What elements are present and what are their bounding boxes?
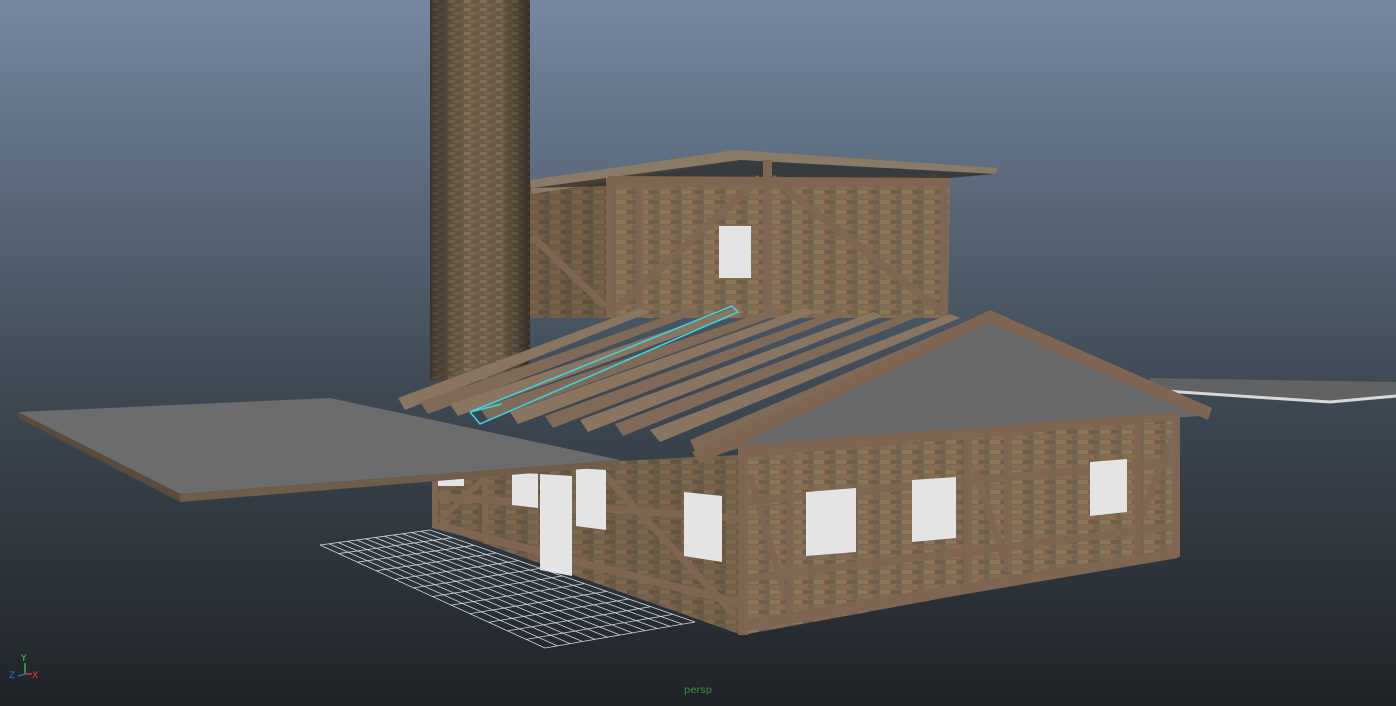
z-axis-line <box>17 673 26 677</box>
scene-canvas[interactable] <box>0 0 1396 706</box>
maya-perspective-viewport[interactable]: Y X Z persp <box>0 0 1396 706</box>
front-window-3 <box>1090 459 1127 516</box>
left-window-3 <box>684 492 722 562</box>
left-door <box>540 474 572 576</box>
x-axis-label: X <box>32 671 38 681</box>
front-window-2 <box>912 477 956 542</box>
camera-name-label: persp <box>683 685 713 696</box>
y-axis-label: Y <box>20 654 27 664</box>
left-window-1 <box>512 472 538 508</box>
axis-gizmo: Y X Z <box>9 654 38 681</box>
front-window-1 <box>806 488 856 556</box>
chimney[interactable] <box>430 0 530 380</box>
left-window-2 <box>576 468 606 530</box>
z-axis-label: Z <box>9 671 15 681</box>
upper-window <box>719 226 751 278</box>
upper-building[interactable] <box>529 150 998 318</box>
